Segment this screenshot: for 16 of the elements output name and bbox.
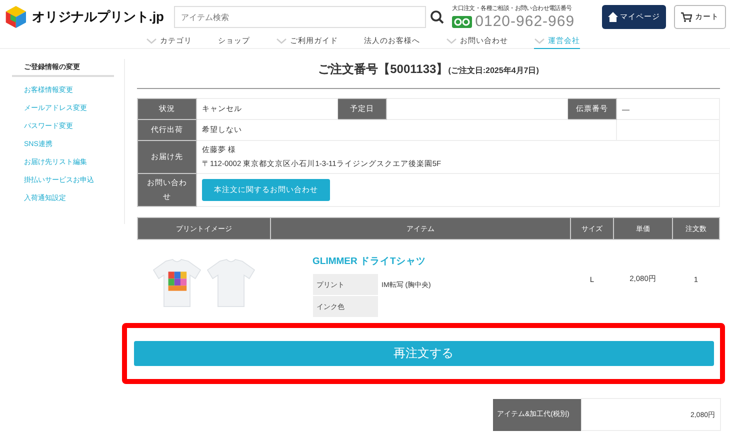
reorder-button[interactable]: 再注文する xyxy=(134,341,714,366)
phone-number: 0120-962-969 xyxy=(475,13,575,30)
home-icon xyxy=(608,12,618,22)
site-logo[interactable]: オリジナルプリント.jp xyxy=(32,8,164,26)
chevron-down-icon xyxy=(446,38,457,44)
chevron-down-icon xyxy=(534,38,545,44)
order-date: (ご注文日:2025年4月7日) xyxy=(448,66,539,75)
order-number-title: ご注文番号【5001133】 xyxy=(318,62,448,76)
logo-icon xyxy=(4,4,28,30)
cart-icon xyxy=(681,12,692,22)
freedial-icon xyxy=(452,16,472,28)
search-field[interactable]: アイテム検索 xyxy=(174,6,426,28)
search-icon[interactable] xyxy=(430,10,444,24)
chevron-down-icon xyxy=(146,38,157,44)
product-name[interactable]: GLIMMER ドライTシャツ xyxy=(312,255,570,268)
chevron-down-icon xyxy=(276,38,287,44)
